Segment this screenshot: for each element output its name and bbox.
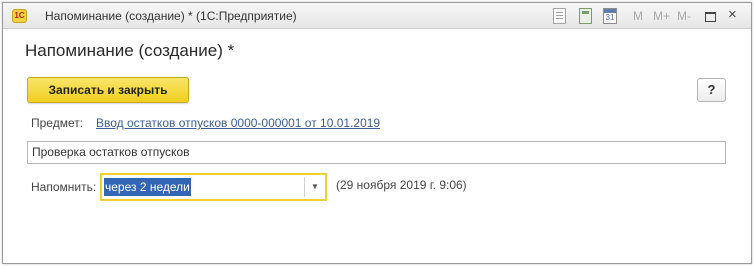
calendar-icon[interactable]: 31 [603, 8, 617, 24]
remind-select-value[interactable]: через 2 недели [104, 178, 191, 196]
close-icon[interactable]: × [728, 7, 737, 23]
memory-minus-icon[interactable]: M- [677, 8, 691, 24]
reminder-window: 1С Напоминание (создание) * (1С:Предприя… [2, 2, 752, 264]
remind-label: Напомнить: [31, 180, 97, 194]
chevron-down-icon[interactable]: ▼ [306, 177, 324, 197]
remind-select[interactable]: через 2 недели ▼ [100, 173, 327, 201]
subject-link[interactable]: Ввод остатков отпусков 0000-000001 от 10… [96, 116, 380, 130]
window-title: Напоминание (создание) * (1С:Предприятие… [45, 9, 297, 23]
memory-plus-icon[interactable]: M+ [653, 8, 670, 24]
remind-select-divider [304, 177, 305, 197]
app-logo-icon: 1С [12, 9, 27, 23]
help-button[interactable]: ? [697, 78, 726, 102]
title-bar: 1С Напоминание (создание) * (1С:Предприя… [3, 3, 751, 29]
calculator-icon[interactable] [579, 8, 592, 24]
description-field[interactable]: Проверка остатков отпусков [27, 141, 726, 164]
save-and-close-button[interactable]: Записать и закрыть [27, 77, 189, 103]
memory-icon[interactable]: M [633, 8, 643, 24]
page-title: Напоминание (создание) * [25, 41, 235, 60]
maximize-icon[interactable] [705, 12, 716, 22]
remind-datetime: (29 ноября 2019 г. 9:06) [336, 178, 467, 192]
subject-label: Предмет: [31, 116, 84, 130]
document-icon[interactable] [553, 8, 566, 24]
